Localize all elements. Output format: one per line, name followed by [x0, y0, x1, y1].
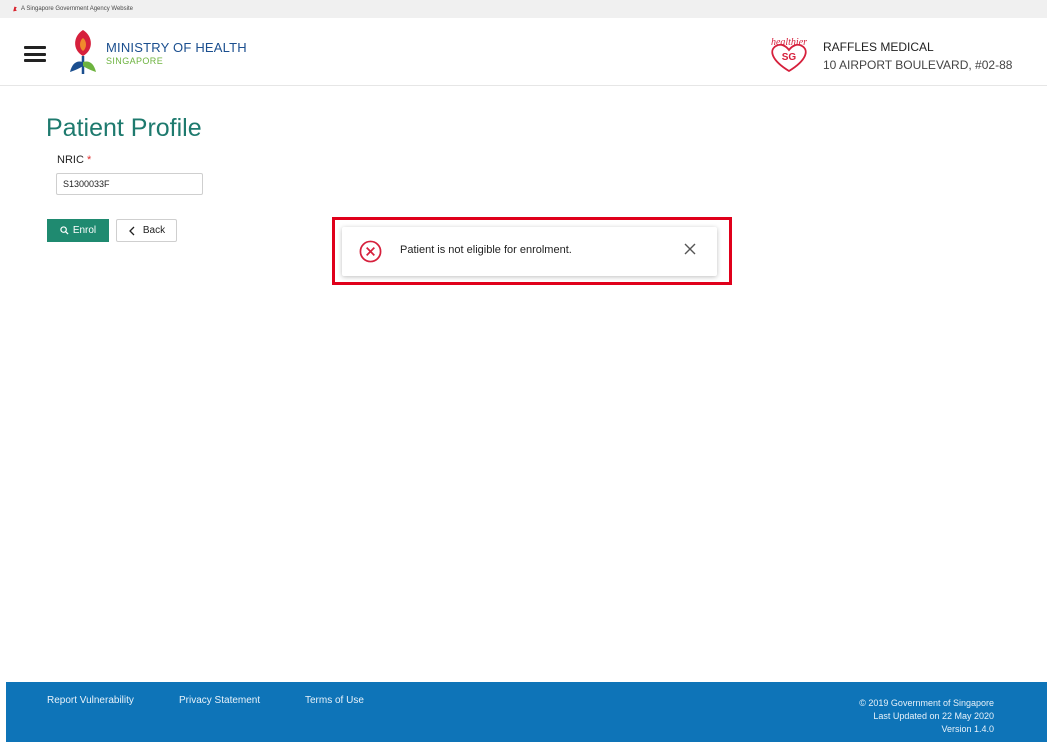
- nric-input[interactable]: [56, 173, 203, 195]
- page: A Singapore Government Agency Website MI…: [0, 0, 1047, 742]
- enrol-label: Enrol: [72, 225, 97, 236]
- ministry-title: MINISTRY OF HEALTH: [106, 40, 247, 55]
- search-icon: [60, 226, 69, 235]
- hsg-logo-word: healthier: [771, 37, 807, 48]
- footer-info: © 2019 Government of Singapore Last Upda…: [859, 697, 994, 736]
- required-mark: *: [86, 154, 92, 166]
- nric-label-text: NRIC: [57, 154, 84, 166]
- ministry-subtitle: SINGAPORE: [106, 56, 164, 66]
- gov-masthead: A Singapore Government Agency Website: [0, 0, 1047, 18]
- version-text: Version 1.4.0: [941, 724, 994, 734]
- nric-label: NRIC *: [57, 154, 91, 166]
- enrol-button[interactable]: Enrol: [47, 219, 109, 242]
- footer: Report Vulnerability Privacy Statement T…: [6, 682, 1047, 742]
- error-circle-icon: [359, 240, 382, 263]
- lion-head-icon: [13, 6, 17, 12]
- chevron-left-icon: [128, 226, 135, 235]
- clinic-address: 10 AIRPORT BOULEVARD, #02-88: [823, 58, 1013, 72]
- footer-link-terms-of-use[interactable]: Terms of Use: [305, 695, 364, 706]
- app-header: MINISTRY OF HEALTH SINGAPORE healthier S…: [0, 18, 1047, 86]
- back-label: Back: [142, 225, 166, 236]
- moh-logo-icon: [70, 30, 96, 74]
- last-updated-text: Last Updated on 22 May 2020: [873, 711, 994, 721]
- hamburger-menu-icon[interactable]: [24, 46, 46, 62]
- copyright-text: © 2019 Government of Singapore: [859, 698, 994, 708]
- page-title: Patient Profile: [46, 114, 202, 142]
- footer-link-report-vulnerability[interactable]: Report Vulnerability: [47, 695, 134, 706]
- clinic-name: RAFFLES MEDICAL: [823, 40, 934, 54]
- toast-message: Patient is not eligible for enrolment.: [400, 244, 572, 256]
- error-toast: Patient is not eligible for enrolment.: [342, 227, 717, 276]
- close-icon[interactable]: [682, 241, 698, 257]
- healthier-sg-logo-icon: healthier SG: [771, 37, 807, 73]
- back-button[interactable]: Back: [116, 219, 177, 242]
- hsg-logo-sg: SG: [782, 52, 797, 63]
- masthead-text: A Singapore Government Agency Website: [21, 6, 133, 12]
- footer-link-privacy-statement[interactable]: Privacy Statement: [179, 695, 260, 706]
